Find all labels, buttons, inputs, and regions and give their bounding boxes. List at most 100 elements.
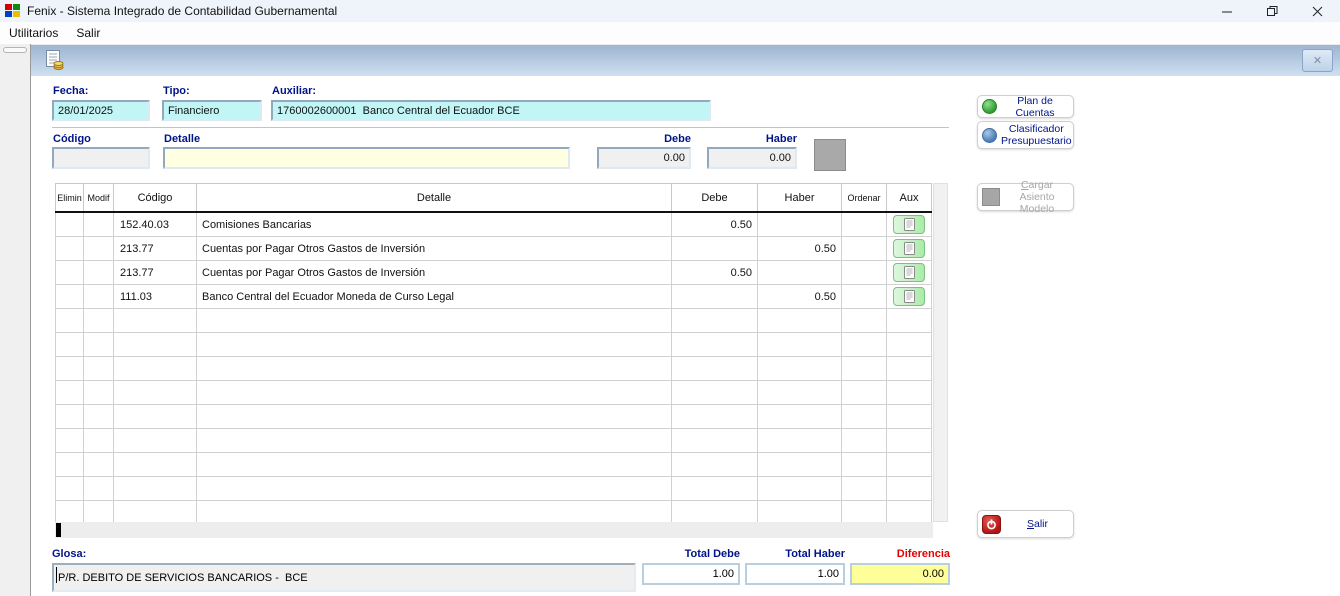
cell-detalle[interactable] bbox=[197, 477, 672, 501]
haber-field[interactable] bbox=[707, 147, 797, 169]
cell-aux[interactable] bbox=[887, 453, 932, 477]
cell-debe[interactable] bbox=[672, 309, 758, 333]
vertical-scrollbar[interactable] bbox=[933, 183, 948, 522]
cell-ordenar[interactable] bbox=[842, 381, 887, 405]
cell-debe[interactable]: 0.50 bbox=[672, 261, 758, 285]
cell-aux[interactable] bbox=[887, 333, 932, 357]
cell-ordenar[interactable] bbox=[842, 237, 887, 261]
hscroll-thumb[interactable] bbox=[56, 523, 61, 537]
detalle-field[interactable] bbox=[163, 147, 570, 169]
cell-código[interactable] bbox=[114, 381, 197, 405]
cell-haber[interactable] bbox=[758, 309, 842, 333]
cell-modif[interactable] bbox=[84, 405, 114, 429]
cell-detalle[interactable] bbox=[197, 381, 672, 405]
aux-button[interactable] bbox=[893, 287, 925, 306]
cell-aux[interactable] bbox=[887, 501, 932, 525]
cell-aux[interactable] bbox=[887, 212, 932, 237]
cell-elimin[interactable] bbox=[56, 309, 84, 333]
cell-código[interactable] bbox=[114, 309, 197, 333]
cell-detalle[interactable] bbox=[197, 333, 672, 357]
cell-debe[interactable] bbox=[672, 237, 758, 261]
cell-modif[interactable] bbox=[84, 381, 114, 405]
tipo-field[interactable] bbox=[162, 100, 262, 121]
splitter-handle[interactable] bbox=[3, 47, 27, 53]
cell-ordenar[interactable] bbox=[842, 405, 887, 429]
gray-square-button[interactable] bbox=[814, 139, 846, 171]
cell-modif[interactable] bbox=[84, 212, 114, 237]
cell-modif[interactable] bbox=[84, 477, 114, 501]
cell-debe[interactable]: 0.50 bbox=[672, 212, 758, 237]
menu-salir[interactable]: Salir bbox=[67, 22, 109, 44]
cell-detalle[interactable] bbox=[197, 405, 672, 429]
cell-haber[interactable] bbox=[758, 501, 842, 525]
cell-ordenar[interactable] bbox=[842, 309, 887, 333]
cell-código[interactable] bbox=[114, 357, 197, 381]
cell-código[interactable] bbox=[114, 477, 197, 501]
fecha-field[interactable] bbox=[52, 100, 150, 121]
cell-haber[interactable] bbox=[758, 453, 842, 477]
cell-elimin[interactable] bbox=[56, 429, 84, 453]
total-haber-field[interactable] bbox=[745, 563, 845, 585]
cell-detalle[interactable]: Cuentas por Pagar Otros Gastos de Invers… bbox=[197, 261, 672, 285]
cell-aux[interactable] bbox=[887, 237, 932, 261]
cell-aux[interactable] bbox=[887, 261, 932, 285]
cell-ordenar[interactable] bbox=[842, 261, 887, 285]
plan-de-cuentas-button[interactable]: Plan de Cuentas bbox=[977, 95, 1074, 118]
salir-button[interactable]: Salir bbox=[977, 510, 1074, 538]
cell-debe[interactable] bbox=[672, 333, 758, 357]
menu-utilitarios[interactable]: Utilitarios bbox=[0, 22, 67, 44]
cell-aux[interactable] bbox=[887, 405, 932, 429]
cell-haber[interactable] bbox=[758, 261, 842, 285]
cell-elimin[interactable] bbox=[56, 405, 84, 429]
cell-elimin[interactable] bbox=[56, 261, 84, 285]
debe-field[interactable] bbox=[597, 147, 691, 169]
cell-debe[interactable] bbox=[672, 429, 758, 453]
cell-aux[interactable] bbox=[887, 381, 932, 405]
cell-elimin[interactable] bbox=[56, 501, 84, 525]
cell-ordenar[interactable] bbox=[842, 501, 887, 525]
cell-detalle[interactable] bbox=[197, 429, 672, 453]
cell-ordenar[interactable] bbox=[842, 453, 887, 477]
cell-código[interactable] bbox=[114, 501, 197, 525]
cell-detalle[interactable]: Cuentas por Pagar Otros Gastos de Invers… bbox=[197, 237, 672, 261]
cell-haber[interactable] bbox=[758, 333, 842, 357]
cell-elimin[interactable] bbox=[56, 212, 84, 237]
cell-elimin[interactable] bbox=[56, 381, 84, 405]
clasificador-presupuestario-button[interactable]: Clasificador Presupuestario bbox=[977, 121, 1074, 149]
cell-detalle[interactable] bbox=[197, 501, 672, 525]
horizontal-scrollbar[interactable] bbox=[55, 522, 933, 538]
cell-código[interactable] bbox=[114, 405, 197, 429]
cargar-asiento-modelo-button[interactable]: Cargar Asiento Modelo bbox=[977, 183, 1074, 211]
cell-debe[interactable] bbox=[672, 453, 758, 477]
cell-ordenar[interactable] bbox=[842, 333, 887, 357]
cell-haber[interactable] bbox=[758, 381, 842, 405]
cell-elimin[interactable] bbox=[56, 333, 84, 357]
cell-detalle[interactable]: Comisiones Bancarias bbox=[197, 212, 672, 237]
cell-código[interactable] bbox=[114, 333, 197, 357]
diferencia-field[interactable] bbox=[850, 563, 950, 585]
close-icon[interactable] bbox=[1295, 0, 1340, 22]
cell-debe[interactable] bbox=[672, 405, 758, 429]
auxiliar-field[interactable] bbox=[271, 100, 711, 121]
cell-ordenar[interactable] bbox=[842, 212, 887, 237]
cell-haber[interactable]: 0.50 bbox=[758, 285, 842, 309]
cell-debe[interactable] bbox=[672, 285, 758, 309]
cell-modif[interactable] bbox=[84, 357, 114, 381]
cell-aux[interactable] bbox=[887, 429, 932, 453]
cell-modif[interactable] bbox=[84, 429, 114, 453]
cell-detalle[interactable] bbox=[197, 309, 672, 333]
cell-ordenar[interactable] bbox=[842, 477, 887, 501]
cell-aux[interactable] bbox=[887, 285, 932, 309]
cell-código[interactable]: 152.40.03 bbox=[114, 212, 197, 237]
cell-detalle[interactable] bbox=[197, 357, 672, 381]
cell-haber[interactable] bbox=[758, 212, 842, 237]
cell-código[interactable]: 213.77 bbox=[114, 237, 197, 261]
cell-haber[interactable] bbox=[758, 357, 842, 381]
cell-aux[interactable] bbox=[887, 357, 932, 381]
cell-modif[interactable] bbox=[84, 333, 114, 357]
mdi-close-icon[interactable]: ✕ bbox=[1302, 49, 1333, 72]
glosa-field[interactable] bbox=[52, 563, 636, 592]
cell-modif[interactable] bbox=[84, 501, 114, 525]
cell-debe[interactable] bbox=[672, 357, 758, 381]
cell-ordenar[interactable] bbox=[842, 357, 887, 381]
